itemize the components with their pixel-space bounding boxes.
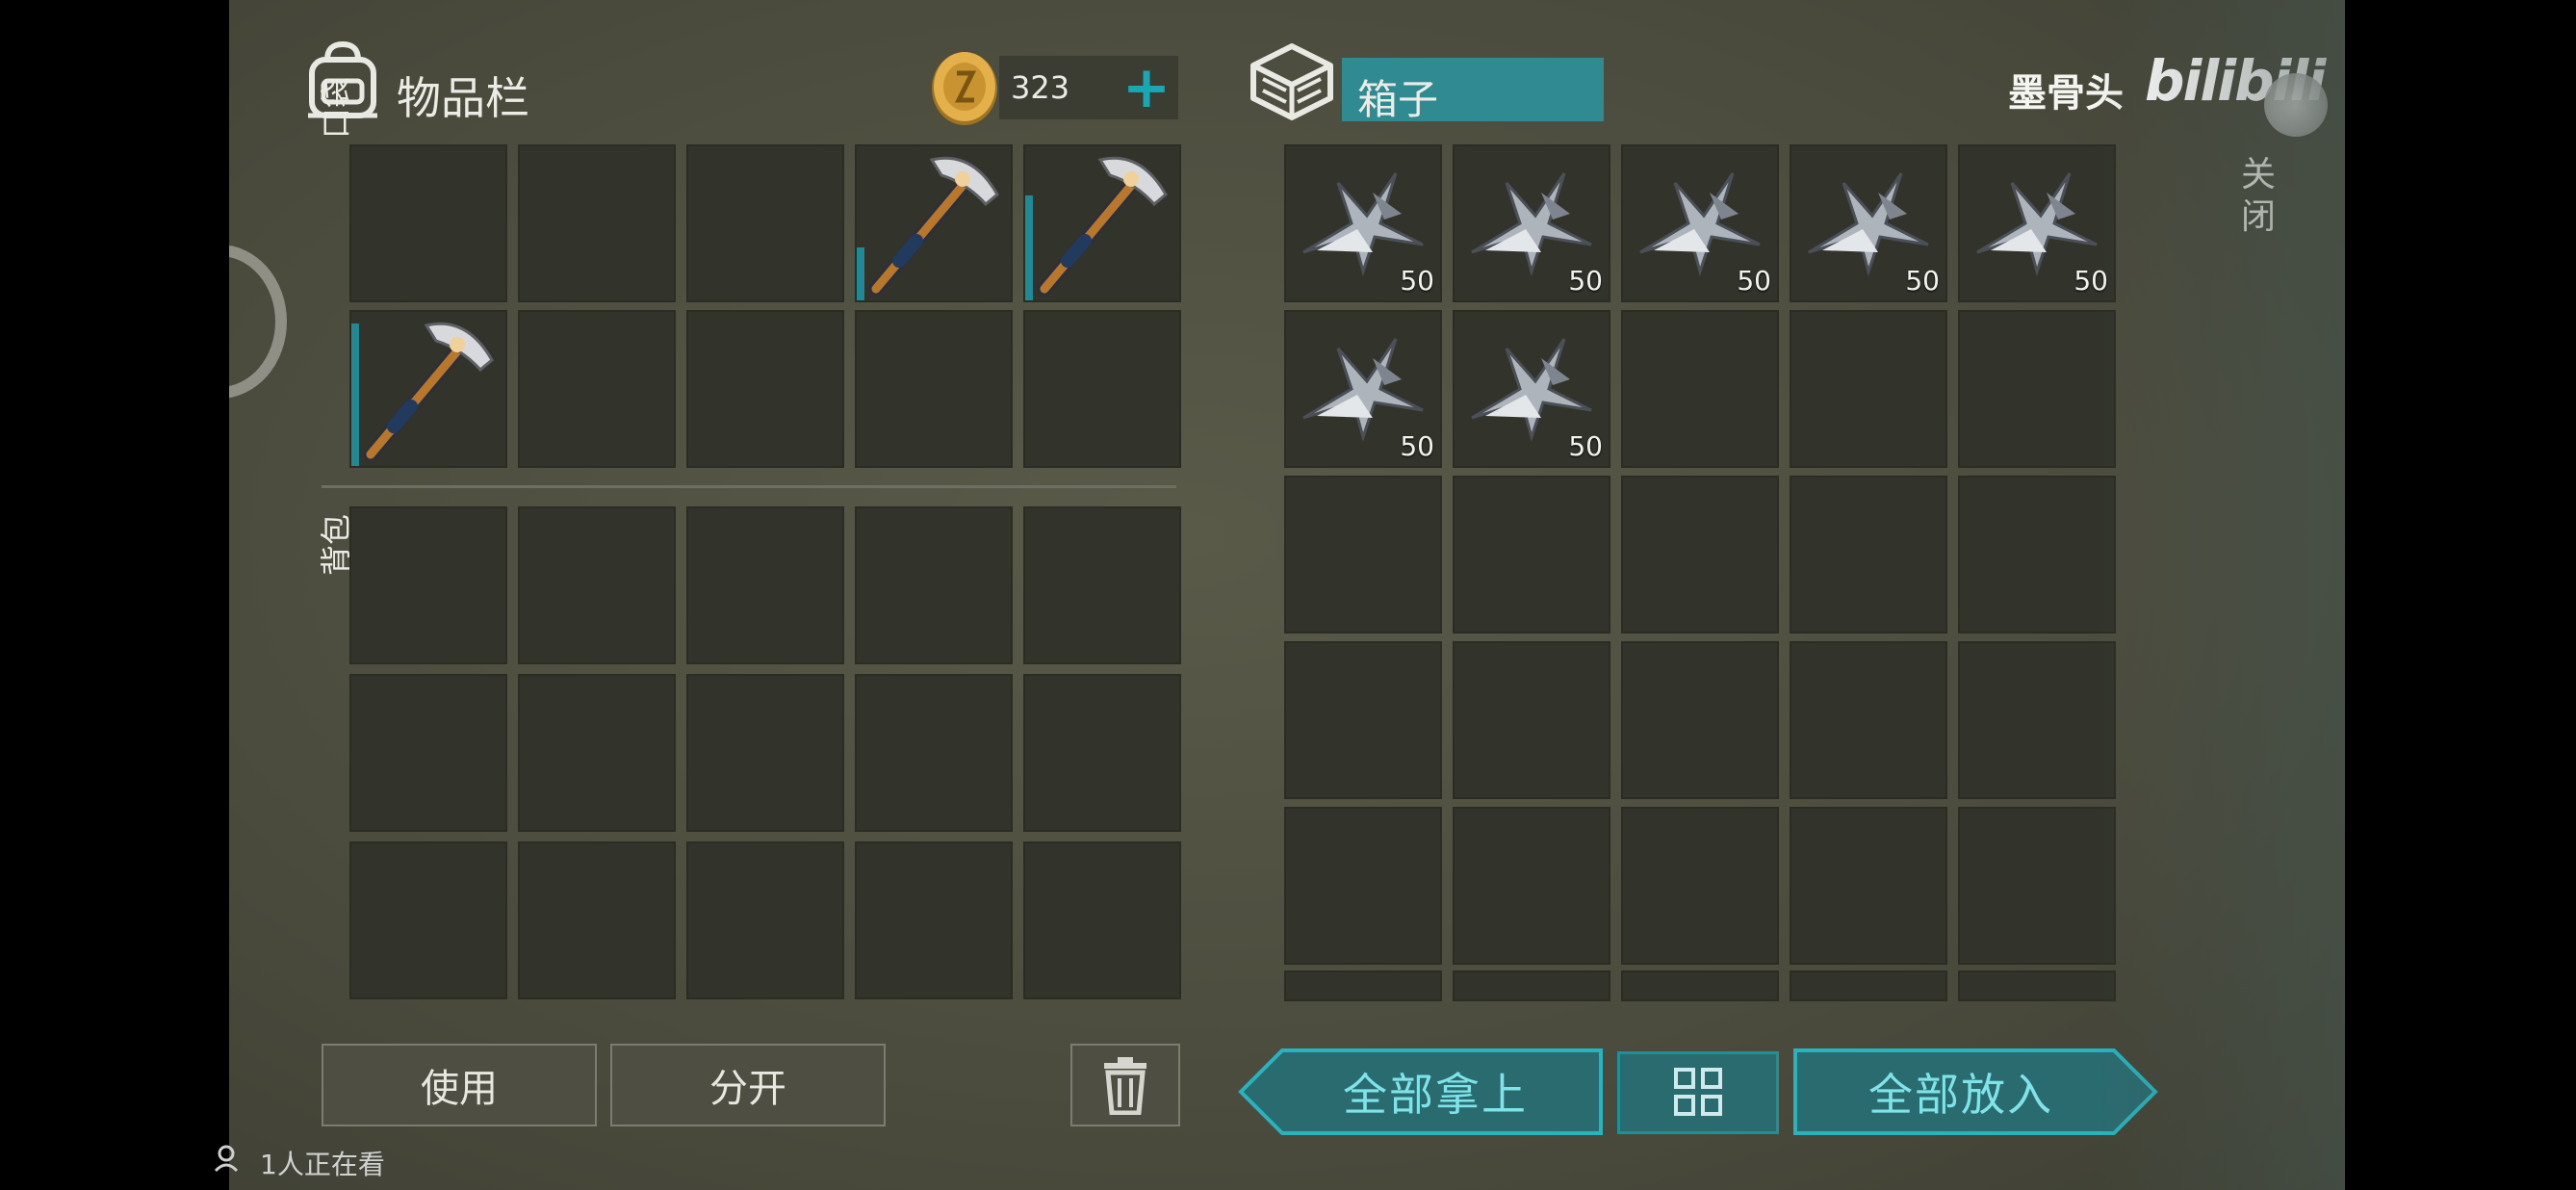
backpack-slot[interactable] (349, 506, 507, 664)
container-slot[interactable] (1453, 970, 1610, 1001)
pocket-slot[interactable] (1023, 310, 1181, 468)
container-slot[interactable]: 50 (1958, 144, 2116, 302)
container-slot[interactable] (1958, 476, 2116, 634)
plus-icon: + (1121, 54, 1172, 121)
take-all-button[interactable]: 全部拿上 (1238, 1048, 1604, 1136)
container-slot[interactable] (1284, 476, 1442, 634)
add-coins-button[interactable]: + (1115, 56, 1178, 119)
put-all-label: 全部放入 (1868, 1069, 2053, 1121)
game-screen: 物品栏 323 + 口袋 背包 使用 分开 箱子 全部拿上 全部放入 墨骨头 b… (229, 0, 2345, 1190)
section-divider (322, 485, 1176, 488)
split-button[interactable]: 分开 (610, 1044, 886, 1126)
container-slot[interactable] (1790, 641, 1947, 799)
backpack-slot[interactable] (686, 506, 844, 664)
container-slot[interactable] (1284, 970, 1442, 1001)
crate-icon (1248, 40, 1336, 123)
pocket-slot[interactable] (518, 310, 676, 468)
side-dial[interactable] (229, 245, 287, 399)
backpack-slot[interactable] (855, 506, 1013, 664)
pocket-slot[interactable] (686, 144, 844, 302)
backpack-slot[interactable] (349, 841, 507, 999)
item-count: 50 (1400, 430, 1434, 462)
durability-bar (857, 247, 864, 300)
container-slot[interactable]: 50 (1790, 144, 1947, 302)
container-slot[interactable] (1621, 476, 1779, 634)
backpack-slot[interactable] (1023, 674, 1181, 832)
backpack-slot[interactable] (518, 841, 676, 999)
close-label: 关闭 (2241, 155, 2277, 237)
container-slot[interactable] (1284, 641, 1442, 799)
backpack-slot[interactable] (518, 674, 676, 832)
close-button[interactable]: 关闭 (2241, 154, 2299, 260)
container-slot[interactable] (1790, 476, 1947, 634)
container-slot[interactable] (1621, 641, 1779, 799)
pocket-slot[interactable] (686, 310, 844, 468)
pocket-slot[interactable] (518, 144, 676, 302)
backpack-slot[interactable] (855, 674, 1013, 832)
durability-bar (1025, 195, 1033, 300)
container-slot[interactable]: 50 (1284, 310, 1442, 468)
watermark-author: 墨骨头 (2008, 71, 2124, 116)
container-slot[interactable]: 50 (1284, 144, 1442, 302)
container-slot[interactable] (1284, 807, 1442, 965)
pocket-label: 口袋 (318, 76, 354, 139)
container-slot[interactable] (1621, 807, 1779, 965)
container-slot[interactable] (1790, 310, 1947, 468)
container-slot[interactable]: 50 (1453, 144, 1610, 302)
item-count: 50 (1568, 430, 1603, 462)
pocket-slot[interactable] (855, 310, 1013, 468)
put-all-button[interactable]: 全部放入 (1792, 1048, 2158, 1136)
container-slot[interactable] (1790, 970, 1947, 1001)
item-count: 50 (1400, 265, 1434, 297)
pocket-slot[interactable] (855, 144, 1013, 302)
backpack-slot[interactable] (1023, 506, 1181, 664)
item-count: 50 (1737, 265, 1771, 297)
backpack-slot[interactable] (855, 841, 1013, 999)
viewer-count: 1人正在看 (260, 1149, 385, 1180)
coin-count: 323 (1011, 69, 1070, 106)
floating-ball[interactable] (2264, 73, 2328, 137)
container-slot[interactable] (1621, 970, 1779, 1001)
container-slot[interactable] (1958, 807, 2116, 965)
inventory-title: 物品栏 (397, 72, 529, 124)
trash-button[interactable] (1070, 1044, 1180, 1126)
container-slot[interactable] (1958, 310, 2116, 468)
container-slot[interactable] (1621, 310, 1779, 468)
pocket-slot[interactable] (349, 144, 507, 302)
backpack-slot[interactable] (686, 674, 844, 832)
take-all-label: 全部拿上 (1343, 1069, 1528, 1121)
container-slot[interactable] (1958, 641, 2116, 799)
item-count: 50 (1568, 265, 1603, 297)
container-slot[interactable] (1453, 476, 1610, 634)
pocket-slot[interactable] (1023, 144, 1181, 302)
grid-icon (1674, 1068, 1722, 1116)
container-slot[interactable] (1453, 641, 1610, 799)
viewer-icon (214, 1144, 243, 1173)
backpack-slot[interactable] (1023, 841, 1181, 999)
item-count: 50 (2074, 265, 2108, 297)
backpack-slot[interactable] (686, 841, 844, 999)
container-slot[interactable] (1453, 807, 1610, 965)
container-title: 箱子 (1357, 76, 1439, 123)
container-slot[interactable] (1790, 807, 1947, 965)
sort-button[interactable] (1617, 1051, 1779, 1134)
trash-icon (1104, 1057, 1146, 1115)
pocket-slot[interactable] (349, 310, 507, 468)
container-slot[interactable]: 50 (1453, 310, 1610, 468)
backpack-slot[interactable] (349, 674, 507, 832)
container-slot[interactable] (1958, 970, 2116, 1001)
item-count: 50 (1905, 265, 1940, 297)
use-button[interactable]: 使用 (322, 1044, 597, 1126)
durability-bar (351, 323, 359, 466)
container-slot[interactable]: 50 (1621, 144, 1779, 302)
backpack-slot[interactable] (518, 506, 676, 664)
coin-icon (928, 46, 1001, 127)
